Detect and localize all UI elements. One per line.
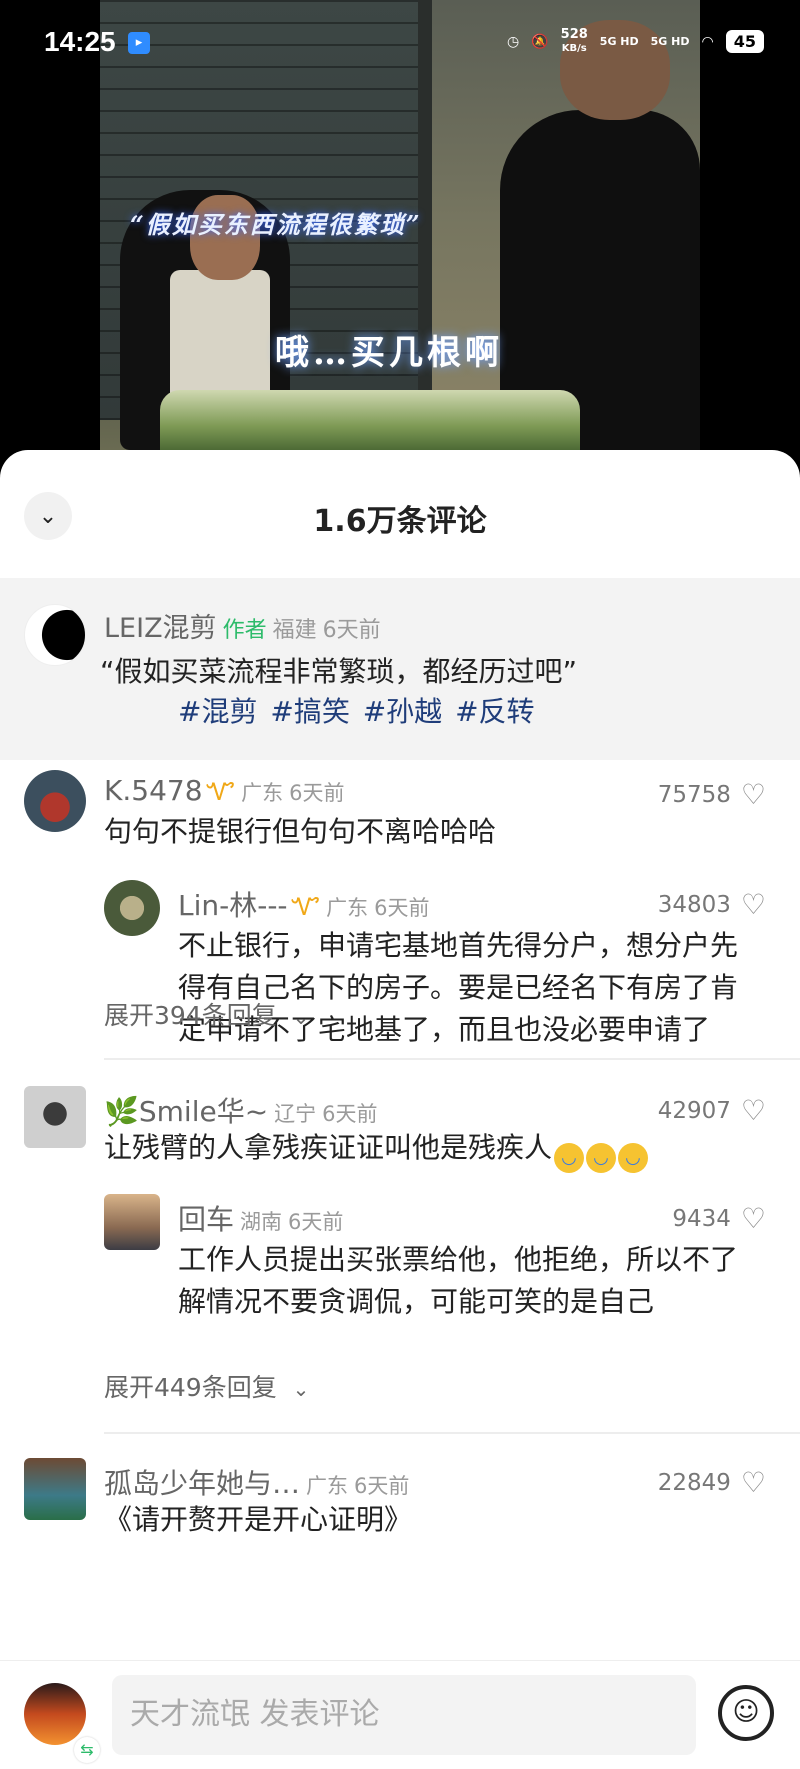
avatar[interactable]: [24, 1683, 86, 1745]
like-button[interactable]: 22849 ♡: [658, 1466, 766, 1499]
expand-replies-button[interactable]: 展开394条回复 ⌄: [104, 996, 309, 1032]
reply-text-line: 解情况不要贪调侃，可能可笑的是自己: [178, 1285, 655, 1318]
avatar[interactable]: [24, 770, 86, 832]
app-notification-icon: ▸: [128, 32, 150, 54]
chevron-down-icon: ⌄: [292, 1005, 310, 1029]
heart-icon: ♡: [740, 888, 766, 921]
like-count: 34803: [657, 891, 731, 918]
comment-author-line: 🌿Smile华~ 辽宁 6天前: [104, 1090, 378, 1130]
comments-count-title: 1.6万条评论: [313, 504, 487, 539]
like-count: 9434: [672, 1205, 731, 1232]
comment-time: 6天前: [289, 781, 345, 805]
author-name[interactable]: LEIZ混剪: [104, 613, 217, 644]
avatar[interactable]: [104, 1194, 160, 1250]
author-post-text: “假如买菜流程非常繁琐，都经历过吧”: [100, 655, 578, 688]
like-button[interactable]: 34803 ♡: [658, 888, 766, 921]
reply-text-line: 工作人员提出买张票给他，他拒绝，所以不了: [178, 1243, 739, 1276]
avatar[interactable]: [24, 1086, 86, 1148]
reply-location: 湖南: [240, 1210, 283, 1234]
comment-author-line: 孤岛少年她与… 广东 6天前: [104, 1462, 409, 1502]
author-location: 福建: [272, 618, 317, 643]
reply-author[interactable]: Lin-林---: [178, 889, 288, 922]
like-button[interactable]: 42907 ♡: [658, 1094, 766, 1127]
comment-author-line: K.5478 Ꮙ 广东 6天前: [104, 774, 345, 807]
comments-sheet: ⌄ 1.6万条评论 LEIZ混剪 作者 福建 6天前 “假如买菜流程非常繁琐，都经历过…: [0, 450, 800, 1769]
vendor-apron: [170, 270, 270, 410]
comment-location: 辽宁: [274, 1102, 317, 1126]
comment-input[interactable]: 天才流氓 发表评论: [112, 1675, 696, 1755]
chevron-down-icon: ⌄: [292, 1377, 310, 1401]
author-time: 6天前: [322, 618, 381, 643]
comment-text: 《请开赘开是开心证明》: [104, 1503, 413, 1536]
author-post: LEIZ混剪 作者 福建 6天前 “假如买菜流程非常繁琐，都经历过吧” #混剪 #搞笑…: [0, 578, 800, 760]
heart-icon: ♡: [740, 1094, 766, 1127]
status-time: 14:25: [44, 26, 116, 57]
comment-author[interactable]: K.5478: [104, 774, 203, 807]
reply-author-line: 回车 湖南 6天前: [178, 1198, 343, 1238]
comment-time: 6天前: [354, 1474, 410, 1498]
emoji-button[interactable]: ☺: [718, 1685, 774, 1741]
comment-text: 让残臂的人拿残疾证证叫他是残疾人: [104, 1131, 553, 1164]
comment-text: 句句不提银行但句句不离哈哈哈: [104, 815, 497, 848]
author-name-line: LEIZ混剪 作者 福建 6天前: [104, 606, 381, 645]
battery-indicator: 45: [725, 30, 764, 53]
comment-text-line: 让残臂的人拿残疾证证叫他是残疾人 ◡ ◡ ◡: [104, 1128, 649, 1173]
divider: [104, 1058, 800, 1060]
net-speed-unit: KB/s: [561, 43, 587, 54]
comment-location: 广东: [306, 1474, 349, 1498]
switch-account-icon[interactable]: ⇆: [74, 1737, 100, 1763]
reply-location: 广东: [326, 896, 369, 920]
vip-badge-icon: Ꮙ: [206, 778, 236, 806]
avatar[interactable]: [24, 604, 86, 666]
like-button[interactable]: 9434 ♡: [672, 1202, 766, 1235]
avatar[interactable]: [24, 1458, 86, 1520]
vip-badge-icon: Ꮙ: [291, 893, 321, 921]
reply-time: 6天前: [288, 1210, 344, 1234]
like-count: 42907: [657, 1097, 731, 1124]
comment-location: 广东: [241, 781, 284, 805]
comment-time: 6天前: [322, 1102, 378, 1126]
video-caption-top: “假如买东西流程很繁琐”: [130, 210, 422, 239]
comment-author[interactable]: 🌿Smile华~: [104, 1095, 268, 1128]
reply-author[interactable]: 回车: [178, 1203, 234, 1236]
avatar[interactable]: [104, 880, 160, 936]
reply-author-line: Lin-林--- Ꮙ 广东 6天前: [178, 884, 430, 924]
smiley-icon: ☺: [732, 1697, 760, 1727]
expand-replies-label: 展开394条回复: [104, 1001, 277, 1030]
signal-2: 5G HD: [650, 35, 690, 48]
comment-input-bar: ⇆ 天才流氓 发表评论 ☺: [0, 1660, 800, 1769]
divider: [104, 1432, 800, 1434]
status-bar: 14:25 ▸ ◷ 🔕 528 KB/s 5G HD 5G HD ◠ 45: [0, 0, 800, 90]
comment-author[interactable]: 孤岛少年她与…: [104, 1467, 300, 1500]
author-tag: 作者: [222, 618, 267, 643]
laugh-cry-emoji-icon: ◡: [618, 1143, 649, 1173]
expand-replies-label: 展开449条回复: [104, 1373, 277, 1402]
reply-text-line: 不止银行，申请宅基地首先得分户，想分户先: [178, 929, 739, 962]
wifi-icon: ◠: [701, 33, 714, 50]
like-button[interactable]: 75758 ♡: [658, 778, 766, 811]
reply-time: 6天前: [374, 896, 430, 920]
hashtags[interactable]: #混剪 #搞笑 #孙越 #反转: [178, 690, 535, 730]
alarm-icon: ◷: [507, 33, 520, 50]
heart-icon: ♡: [740, 1202, 766, 1235]
heart-icon: ♡: [740, 778, 766, 811]
like-count: 22849: [657, 1469, 731, 1496]
net-speed-value: 528: [560, 27, 588, 42]
heart-icon: ♡: [740, 1466, 766, 1499]
signal-1: 5G HD: [599, 35, 639, 48]
video-subtitle: 哦…买几根啊: [275, 333, 503, 373]
expand-replies-button[interactable]: 展开449条回复 ⌄: [104, 1368, 309, 1404]
laugh-cry-emoji-icon: ◡: [554, 1143, 585, 1173]
mute-icon: 🔕: [531, 33, 549, 50]
like-count: 75758: [657, 781, 731, 808]
status-icons: ◷ 🔕 528 KB/s 5G HD 5G HD ◠ 45: [507, 28, 764, 55]
laugh-cry-emoji-icon: ◡: [586, 1143, 617, 1173]
vegetables: [160, 390, 580, 450]
net-speed: 528 KB/s: [561, 28, 588, 55]
